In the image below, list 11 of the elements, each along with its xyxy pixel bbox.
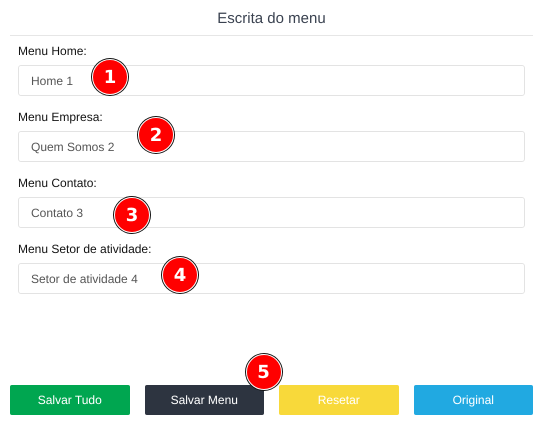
number-badge: 5 [246,354,282,390]
field-label: Menu Home: [18,44,87,58]
number-badge: 1 [92,59,128,95]
field-label: Menu Setor de atividade: [18,242,152,256]
action-button[interactable]: Salvar Menu [144,385,264,415]
number-badge: 3 [114,197,150,233]
number-badge: 2 [138,117,174,153]
form-title: Escrita do menu [10,0,533,36]
number-badge: 4 [162,257,198,293]
field-label: Menu Contato: [18,176,97,190]
field-label: Menu Empresa: [18,110,103,124]
